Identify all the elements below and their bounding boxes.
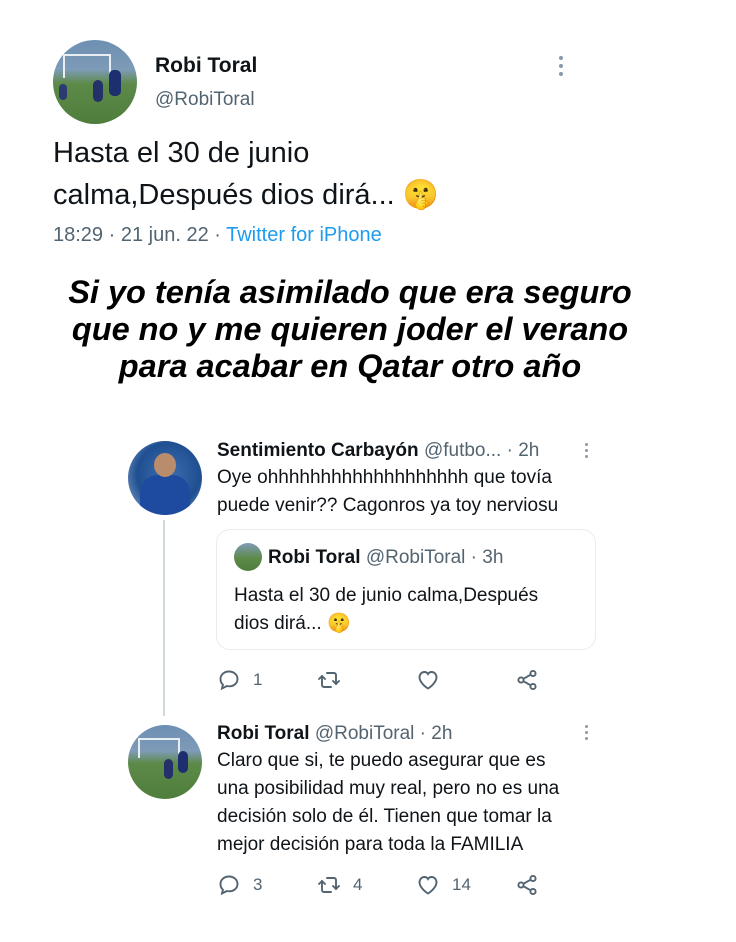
retweet-button[interactable]: 4: [317, 873, 362, 897]
tweet-age[interactable]: 2h: [518, 440, 539, 461]
retweet-count: 4: [353, 875, 363, 894]
tweet-text-line: puede venir?? Cagonros ya toy nerviosu: [217, 495, 559, 516]
meme-caption: Si yo tenía asimilado que era seguro que…: [0, 274, 700, 385]
quoted-author-avatar: [234, 543, 262, 571]
tweet-text-line: decisión solo de él. Tienen que tomar la: [217, 806, 552, 827]
tweet-text-line: dios dirá...: [234, 613, 327, 634]
avatar-player-shape: [164, 759, 173, 779]
reply-icon: [219, 875, 239, 896]
retweet-icon: [318, 672, 340, 688]
reply-icon: [219, 670, 239, 691]
quoted-author-name: Robi Toral: [268, 547, 361, 568]
quoted-tweet-age: 3h: [482, 547, 504, 568]
tweet-text: Oye ohhhhhhhhhhhhhhhhhhh que tovía puede…: [217, 464, 597, 520]
avatar-player-shape: [178, 751, 188, 773]
author-avatar[interactable]: [128, 725, 202, 799]
reply-button[interactable]: 3: [217, 873, 262, 897]
shushing-emoji: 🤫: [326, 613, 351, 634]
more-vertical-icon[interactable]: [582, 442, 592, 460]
avatar-head-shape: [154, 453, 176, 477]
share-button[interactable]: [515, 668, 539, 692]
tweet-time: 18:29: [53, 224, 104, 246]
tweet-text-line: una posibilidad muy real, pero no es una: [217, 778, 560, 799]
tweet-source-link[interactable]: Twitter for iPhone: [226, 224, 382, 246]
tweet-text-line: Hasta el 30 de junio calma,Después: [234, 585, 539, 606]
share-icon: [517, 874, 537, 896]
avatar-player-shape: [93, 80, 103, 102]
author-name[interactable]: Robi Toral: [217, 723, 310, 744]
quoted-tweet-text: Hasta el 30 de junio calma,Después dios …: [234, 582, 584, 638]
avatar-goal-shape: [63, 54, 111, 78]
tweet-date: 21 jun. 22: [120, 224, 209, 246]
like-button[interactable]: 14: [416, 873, 471, 897]
share-button[interactable]: [515, 873, 539, 897]
thread-connector: [163, 520, 165, 716]
author-name[interactable]: Robi Toral: [155, 54, 257, 78]
tweet-text-line: mejor decisión para toda la FAMILIA: [217, 834, 524, 855]
retweet-icon: [318, 877, 340, 893]
tweet-text-line: calma,Después dios dirá...: [53, 179, 403, 211]
tweet-header: Sentimiento Carbayón @futbo... · 2h: [217, 440, 540, 461]
reply-count: 1: [253, 670, 263, 689]
retweet-button[interactable]: [317, 668, 353, 692]
author-name[interactable]: Sentimiento Carbayón: [217, 440, 419, 461]
like-button[interactable]: [416, 668, 452, 692]
heart-icon: [418, 876, 438, 895]
tweet-text-line: Oye ohhhhhhhhhhhhhhhhhhh que tovía: [217, 467, 552, 488]
avatar-player-shape: [59, 84, 67, 100]
avatar-player-shape: [109, 70, 121, 96]
tweet-text: Hasta el 30 de junio calma,Después dios …: [53, 132, 613, 216]
quoted-author-handle: @RobiToral: [365, 547, 466, 568]
tweet-meta: 18:29 · 21 jun. 22 · Twitter for iPhone: [53, 224, 382, 246]
shushing-emoji: 🤫: [402, 179, 439, 211]
share-icon: [517, 669, 537, 691]
reply-button[interactable]: 1: [217, 668, 262, 692]
avatar-goal-shape: [138, 738, 180, 758]
author-handle[interactable]: @futbo...: [424, 440, 501, 461]
caption-line: para acabar en Qatar otro año: [118, 348, 582, 384]
caption-line: Si yo tenía asimilado que era seguro: [68, 274, 632, 310]
tweet-text: Claro que si, te puedo asegurar que es u…: [217, 747, 607, 859]
tweet-header: Robi Toral @RobiToral · 2h: [217, 723, 453, 744]
quoted-tweet-header: Robi Toral @RobiToral · 3h: [268, 547, 504, 568]
more-vertical-icon[interactable]: [556, 55, 566, 77]
tweet-text-line: Claro que si, te puedo asegurar que es: [217, 750, 546, 771]
like-count: 14: [452, 875, 471, 894]
author-avatar[interactable]: [128, 441, 202, 515]
tweet-text-line: Hasta el 30 de junio: [53, 137, 310, 169]
caption-line: que no y me quieren joder el verano: [71, 311, 629, 347]
author-handle[interactable]: @RobiToral: [155, 89, 255, 111]
heart-icon: [418, 671, 438, 690]
author-avatar[interactable]: [53, 40, 137, 124]
tweet-age[interactable]: 2h: [431, 723, 452, 744]
reply-count: 3: [253, 875, 263, 894]
author-handle[interactable]: @RobiToral: [315, 723, 415, 744]
more-vertical-icon[interactable]: [582, 724, 592, 742]
avatar-body-shape: [140, 475, 190, 515]
